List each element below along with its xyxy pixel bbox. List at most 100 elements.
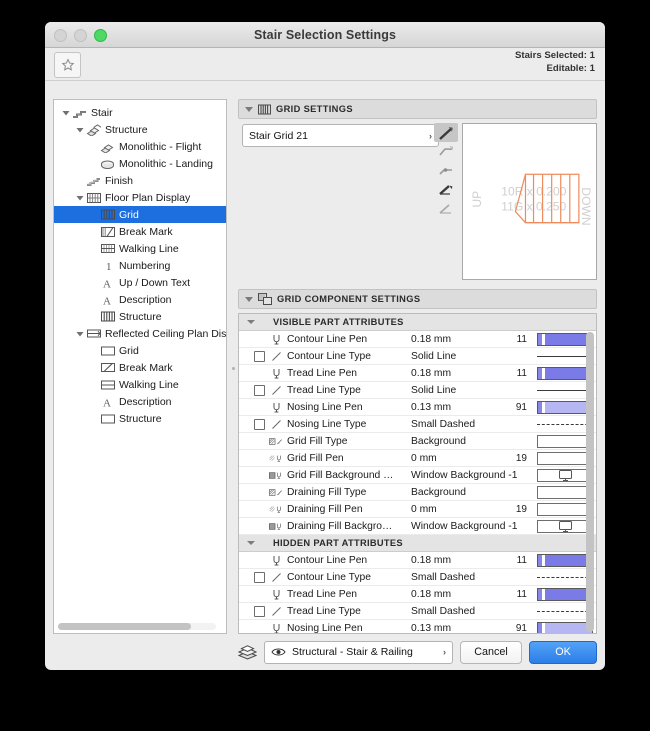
attribute-group-header[interactable]: VISIBLE PART ATTRIBUTES	[239, 314, 596, 331]
attribute-row[interactable]: Draining Fill Pen 0 mm 19	[239, 501, 596, 518]
disclosure-triangle-icon[interactable]	[245, 106, 253, 112]
pen-color-swatch[interactable]	[537, 621, 593, 633]
attribute-value[interactable]: Small Dashed	[411, 419, 475, 430]
sidebar-item-reflected-ceiling-plan-displ[interactable]: Reflected Ceiling Plan Displ	[54, 325, 226, 342]
favorites-button[interactable]	[54, 52, 81, 78]
window-background-swatch[interactable]	[537, 519, 593, 533]
zoom-button[interactable]	[94, 29, 107, 42]
stair-grid-popup[interactable]: Stair Grid 21 ›	[242, 124, 439, 147]
empty-swatch[interactable]	[537, 434, 593, 448]
attribute-row[interactable]: Contour Line Type Solid Line	[239, 348, 596, 365]
attribute-value[interactable]: Solid Line	[411, 351, 456, 362]
attribute-value[interactable]: 0.18 mm	[411, 589, 451, 600]
panel-divider[interactable]	[228, 99, 238, 634]
attribute-value[interactable]: Background	[411, 487, 466, 498]
attribute-value[interactable]: 0 mm	[411, 504, 437, 515]
sidebar-item-structure[interactable]: Structure	[54, 121, 226, 138]
sidebar-item-finish[interactable]: Finish	[54, 172, 226, 189]
edge-line-tool-icon[interactable]	[434, 180, 458, 199]
grid-settings-header[interactable]: GRID SETTINGS	[238, 99, 597, 119]
attribute-row[interactable]: Tread Line Type Solid Line	[239, 382, 596, 399]
pen-color-swatch[interactable]	[537, 553, 593, 567]
disclosure-triangle-icon[interactable]	[247, 320, 255, 324]
empty-swatch[interactable]	[537, 451, 593, 465]
attribute-row[interactable]: Contour Line Pen 0.18 mm 11	[239, 552, 596, 569]
sidebar-item-monolithic-flight[interactable]: Monolithic - Flight	[54, 138, 226, 155]
sidebar-item-structure[interactable]: Structure	[54, 410, 226, 427]
sidebar-item-up-down-text[interactable]: A Up / Down Text	[54, 274, 226, 291]
disclosure-triangle-icon[interactable]	[74, 126, 85, 134]
pen-color-swatch[interactable]	[537, 400, 593, 414]
row-checkbox[interactable]	[253, 350, 265, 362]
node-line-tool-icon[interactable]	[434, 161, 458, 180]
sidebar-item-grid[interactable]: Grid	[54, 206, 226, 223]
attribute-row[interactable]: Nosing Line Type Small Dashed	[239, 416, 596, 433]
angle-line-tool-icon[interactable]	[434, 199, 458, 218]
row-checkbox[interactable]	[253, 605, 265, 617]
disclosure-triangle-icon[interactable]	[60, 109, 71, 117]
grid-component-header[interactable]: GRID COMPONENT SETTINGS	[238, 289, 597, 309]
attribute-row[interactable]: Nosing Line Pen 0.13 mm 91	[239, 620, 596, 634]
line-tool-icon[interactable]	[434, 123, 458, 142]
row-checkbox[interactable]	[253, 571, 265, 583]
attribute-value[interactable]: Small Dashed	[411, 606, 475, 617]
attribute-row[interactable]: Draining Fill Type Background	[239, 484, 596, 501]
disclosure-triangle-icon[interactable]	[74, 330, 85, 338]
sidebar-item-grid[interactable]: Grid	[54, 342, 226, 359]
sidebar-item-numbering[interactable]: 1 Numbering	[54, 257, 226, 274]
empty-swatch[interactable]	[537, 502, 593, 516]
sidebar-item-structure[interactable]: Structure	[54, 308, 226, 325]
sidebar-item-break-mark[interactable]: Break Mark	[54, 223, 226, 240]
attribute-value[interactable]: 0.18 mm	[411, 334, 451, 345]
attribute-value[interactable]: Window Background -1	[411, 470, 517, 481]
pen-color-swatch[interactable]	[537, 332, 593, 346]
layer-popup[interactable]: Structural - Stair & Railing ›	[264, 640, 453, 664]
attribute-value[interactable]: 0.18 mm	[411, 555, 451, 566]
sidebar-item-description[interactable]: A Description	[54, 393, 226, 410]
attribute-value[interactable]: 0.18 mm	[411, 368, 451, 379]
attribute-row[interactable]: Nosing Line Pen 0.13 mm 91	[239, 399, 596, 416]
empty-swatch[interactable]	[537, 485, 593, 499]
window-background-swatch[interactable]	[537, 468, 593, 482]
attribute-row[interactable]: Tread Line Pen 0.18 mm 11	[239, 365, 596, 382]
sidebar-item-description[interactable]: A Description	[54, 291, 226, 308]
close-button[interactable]	[54, 29, 67, 42]
minimize-button[interactable]	[74, 29, 87, 42]
disclosure-triangle-icon[interactable]	[247, 541, 255, 545]
cancel-button[interactable]: Cancel	[460, 640, 522, 664]
attribute-row[interactable]: Tread Line Pen 0.18 mm 11	[239, 586, 596, 603]
attribute-value[interactable]: 0.13 mm	[411, 402, 451, 413]
attribute-value[interactable]: Small Dashed	[411, 572, 475, 583]
disclosure-triangle-icon[interactable]	[245, 296, 253, 302]
attribute-row[interactable]: Contour Line Type Small Dashed	[239, 569, 596, 586]
attribute-group-header[interactable]: HIDDEN PART ATTRIBUTES	[239, 535, 596, 552]
sidebar-item-walking-line[interactable]: Walking Line	[54, 240, 226, 257]
attribute-row[interactable]: Grid Fill Background Pen Window Backgroun…	[239, 467, 596, 484]
attributes-vertical-scrollbar[interactable]	[586, 332, 594, 632]
sidebar-item-walking-line[interactable]: Walking Line	[54, 376, 226, 393]
disclosure-triangle-icon[interactable]	[74, 194, 85, 202]
row-checkbox[interactable]	[253, 418, 265, 430]
attribute-row[interactable]: Grid Fill Type Background	[239, 433, 596, 450]
attribute-row[interactable]: Contour Line Pen 0.18 mm 11	[239, 331, 596, 348]
attribute-value[interactable]: 0 mm	[411, 453, 437, 464]
attribute-row[interactable]: Grid Fill Pen 0 mm 19	[239, 450, 596, 467]
sidebar-item-stair[interactable]: Stair	[54, 104, 226, 121]
pen-color-swatch[interactable]	[537, 366, 593, 380]
sidebar-item-monolithic-landing[interactable]: Monolithic - Landing	[54, 155, 226, 172]
sidebar-item-break-mark[interactable]: Break Mark	[54, 359, 226, 376]
ok-button[interactable]: OK	[529, 640, 597, 664]
attribute-value[interactable]: Solid Line	[411, 385, 456, 396]
row-checkbox[interactable]	[253, 384, 265, 396]
attribute-row[interactable]: Draining Fill Background P… Window Backgr…	[239, 518, 596, 535]
settings-tree-sidebar[interactable]: Stair Structure Monolithic - Flight Monolit…	[53, 99, 227, 634]
attribute-value[interactable]: 0.13 mm	[411, 623, 451, 634]
sidebar-horizontal-scrollbar[interactable]	[58, 623, 216, 630]
polyline-tool-icon[interactable]	[434, 142, 458, 161]
layers-icon[interactable]	[238, 644, 257, 660]
attribute-value[interactable]: Background	[411, 436, 466, 447]
attribute-row[interactable]: Tread Line Type Small Dashed	[239, 603, 596, 620]
pen-color-swatch[interactable]	[537, 587, 593, 601]
sidebar-item-floor-plan-display[interactable]: Floor Plan Display	[54, 189, 226, 206]
attribute-value[interactable]: Window Background -1	[411, 521, 517, 532]
